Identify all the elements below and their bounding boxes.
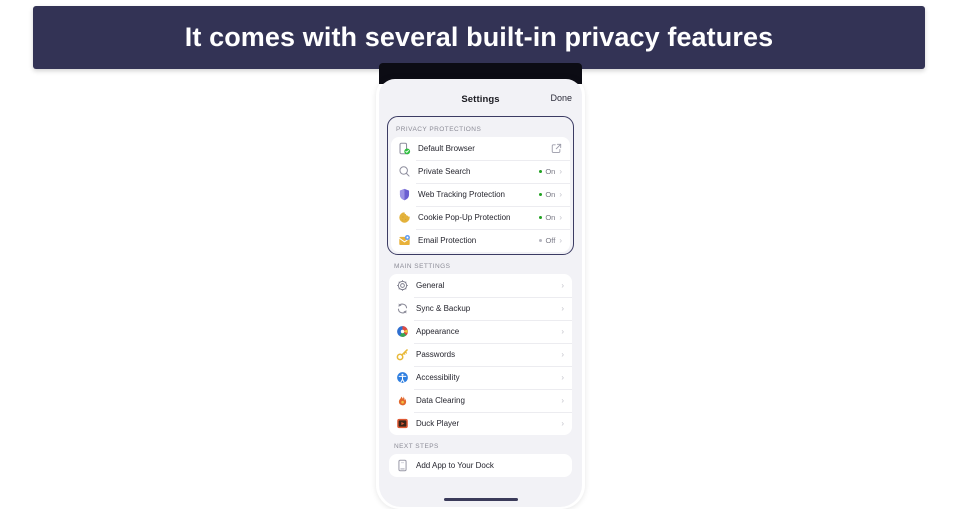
settings-row-accessory: On › <box>538 189 562 199</box>
settings-row[interactable]: Email Protection Off › <box>391 229 570 252</box>
status-dot-icon <box>538 238 543 243</box>
settings-row[interactable]: Cookie Pop-Up Protection On › <box>391 206 570 229</box>
chevron-right-icon: › <box>561 280 564 290</box>
status-text: On <box>545 213 556 222</box>
settings-sections: PRIVACY PROTECTIONS Default Browser Priv… <box>379 116 582 477</box>
settings-card: Add App to Your Dock <box>389 454 572 477</box>
key-icon <box>396 348 409 361</box>
status-badge: On <box>538 213 556 222</box>
settings-row-accessory: › <box>560 372 564 382</box>
chevron-right-icon: › <box>561 395 564 405</box>
settings-card: General › Sync & Backup › Appearance › Pass… <box>389 274 572 435</box>
settings-card: Default Browser Private Search On › Web Tr… <box>391 137 570 252</box>
dock-icon <box>396 459 409 472</box>
settings-row[interactable]: Data Clearing › <box>389 389 572 412</box>
search-icon <box>398 165 411 178</box>
chevron-right-icon: › <box>559 166 562 176</box>
settings-row-accessory: › <box>560 303 564 313</box>
settings-row[interactable]: Duck Player › <box>389 412 572 435</box>
cookie-icon <box>398 211 411 224</box>
settings-screen: Settings Done PRIVACY PROTECTIONS Defaul… <box>379 79 582 507</box>
settings-row-label: Web Tracking Protection <box>418 190 506 199</box>
settings-row-accessory: On › <box>538 212 562 222</box>
accessibility-icon <box>396 371 409 384</box>
settings-row-label: Cookie Pop-Up Protection <box>418 213 511 222</box>
flame-icon <box>396 394 409 407</box>
settings-row-accessory: › <box>560 349 564 359</box>
settings-row-label: Sync & Backup <box>416 304 471 313</box>
settings-row[interactable]: Appearance › <box>389 320 572 343</box>
email-icon <box>398 234 411 247</box>
chevron-right-icon: › <box>561 303 564 313</box>
settings-row-label: Passwords <box>416 350 456 359</box>
status-text: On <box>545 190 556 199</box>
settings-row-label: Accessibility <box>416 373 460 382</box>
settings-row-accessory: › <box>560 395 564 405</box>
status-text: On <box>545 167 556 176</box>
done-button[interactable]: Done <box>550 93 572 103</box>
status-dot-icon <box>538 192 543 197</box>
external-link-icon[interactable] <box>551 143 562 154</box>
settings-row-accessory: › <box>560 280 564 290</box>
chevron-right-icon: › <box>559 235 562 245</box>
status-badge: On <box>538 190 556 199</box>
status-dot-icon <box>538 169 543 174</box>
settings-row-accessory: Off › <box>538 235 562 245</box>
settings-row-label: Email Protection <box>418 236 477 245</box>
navigation-bar: Settings Done <box>379 79 582 116</box>
chevron-right-icon: › <box>559 189 562 199</box>
settings-row-accessory: › <box>560 326 564 336</box>
settings-row[interactable]: Add App to Your Dock <box>389 454 572 477</box>
chevron-right-icon: › <box>559 212 562 222</box>
shield-icon <box>398 188 411 201</box>
status-badge: Off <box>538 236 556 245</box>
appearance-icon <box>396 325 409 338</box>
settings-row-label: Add App to Your Dock <box>416 461 494 470</box>
default-browser-icon <box>398 142 411 155</box>
sync-icon <box>396 302 409 315</box>
settings-section: PRIVACY PROTECTIONS Default Browser Priv… <box>387 116 574 255</box>
chevron-right-icon: › <box>561 418 564 428</box>
status-badge: On <box>538 167 556 176</box>
phone-mockup: Settings Done PRIVACY PROTECTIONS Defaul… <box>370 63 591 507</box>
screen-title: Settings <box>461 94 500 105</box>
settings-row[interactable]: Sync & Backup › <box>389 297 572 320</box>
section-label: NEXT STEPS <box>394 443 439 450</box>
settings-row-accessory: › <box>560 418 564 428</box>
duck-player-icon <box>396 417 409 430</box>
settings-row-label: Appearance <box>416 327 460 336</box>
settings-section: MAIN SETTINGS General › Sync & Backup › Ap… <box>389 255 572 435</box>
settings-row-accessory: On › <box>538 166 562 176</box>
gear-icon <box>396 279 409 292</box>
page-title: It comes with several built-in privacy f… <box>184 22 774 52</box>
chevron-right-icon: › <box>561 326 564 336</box>
settings-row[interactable]: Default Browser <box>391 137 570 160</box>
settings-row[interactable]: Accessibility › <box>389 366 572 389</box>
settings-row-label: Data Clearing <box>416 396 465 405</box>
settings-row-label: Private Search <box>418 167 471 176</box>
section-label: MAIN SETTINGS <box>394 263 451 270</box>
chevron-right-icon: › <box>561 349 564 359</box>
settings-row-label: General <box>416 281 445 290</box>
settings-row[interactable]: Private Search On › <box>391 160 570 183</box>
section-label: PRIVACY PROTECTIONS <box>396 126 482 133</box>
settings-row-label: Duck Player <box>416 419 460 428</box>
settings-row[interactable]: Web Tracking Protection On › <box>391 183 570 206</box>
home-indicator <box>443 498 518 501</box>
settings-row-label: Default Browser <box>418 144 475 153</box>
settings-row[interactable]: Passwords › <box>389 343 572 366</box>
status-dot-icon <box>538 215 543 220</box>
settings-row[interactable]: General › <box>389 274 572 297</box>
headline-banner: It comes with several built-in privacy f… <box>33 6 925 69</box>
chevron-right-icon: › <box>561 372 564 382</box>
settings-section: NEXT STEPS Add App to Your Dock <box>389 435 572 477</box>
settings-row-accessory <box>551 143 562 154</box>
status-text: Off <box>545 236 556 245</box>
